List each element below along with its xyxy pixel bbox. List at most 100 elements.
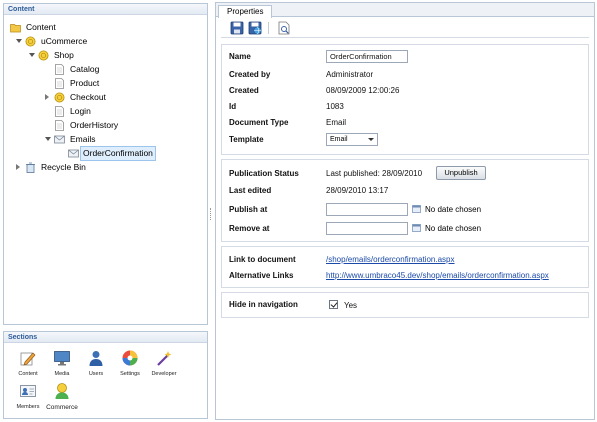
expand-arrow-icon[interactable]: [45, 137, 51, 141]
publication-status-row: Publication Status Last published: 28/09…: [222, 166, 588, 181]
section-label: Users: [88, 371, 104, 377]
general-properties-group: Name OrderConfirmation Created by Admini…: [221, 44, 589, 155]
section-label: Developer: [151, 371, 177, 377]
id-label: Id: [229, 102, 237, 111]
document-type-row: Document Type Email: [222, 116, 588, 130]
toolbar-separator: [268, 22, 269, 34]
monitor-icon: [54, 351, 70, 366]
last-edited-row: Last edited 28/09/2010 13:17: [222, 184, 588, 198]
link-to-document[interactable]: /shop/emails/orderconfirmation.aspx: [326, 253, 455, 267]
tab-properties[interactable]: Properties: [218, 5, 273, 18]
remove-at-input[interactable]: [326, 222, 408, 235]
coin-icon: [54, 92, 65, 103]
expand-arrow-icon[interactable]: [45, 94, 49, 100]
document-type-value: Email: [326, 118, 347, 127]
alternative-link[interactable]: http://www.umbraco45.dev/shop/emails/ord…: [326, 269, 549, 283]
section-developer[interactable]: Developer: [147, 349, 181, 377]
content-panel-title: Content: [4, 4, 207, 15]
created-label: Created: [229, 86, 259, 95]
tree-node-label: Login: [70, 106, 91, 116]
members-card-icon: [20, 385, 36, 397]
template-row: Template Email: [222, 133, 588, 147]
remove-at-hint: No date chosen: [425, 224, 482, 233]
created-by-row: Created by Administrator: [222, 68, 588, 82]
section-label: Content: [18, 371, 38, 377]
hide-in-navigation-value: Yes: [344, 301, 358, 310]
tree-node-label: Emails: [70, 134, 96, 144]
preview-icon[interactable]: [277, 21, 291, 35]
template-label: Template: [229, 135, 264, 144]
section-members[interactable]: Members: [11, 382, 45, 410]
section-users[interactable]: Users: [79, 349, 113, 377]
content-tree-panel: Content Content uCommerce Shop Catalog P…: [3, 3, 208, 325]
remove-at-row: Remove at No date chosen: [222, 222, 588, 236]
section-settings[interactable]: Settings: [113, 349, 147, 377]
alternative-links-label: Alternative Links: [229, 271, 294, 280]
publication-status-value: Last published: 28/09/2010: [326, 169, 423, 178]
section-media[interactable]: Media: [45, 349, 79, 377]
publish-at-input[interactable]: [326, 203, 408, 216]
commerce-icon: [55, 383, 69, 399]
sections-panel-title: Sections: [4, 332, 207, 343]
last-edited-label: Last edited: [229, 186, 272, 195]
calendar-icon[interactable]: [412, 205, 421, 213]
template-select-value: Email: [330, 136, 348, 143]
page-icon: [55, 120, 64, 131]
navigation-group: Hide in navigation Yes: [221, 292, 589, 318]
email-folder-icon: [54, 135, 65, 144]
publication-status-label: Publication Status: [229, 169, 299, 178]
created-by-label: Created by: [229, 70, 271, 79]
tree-node-label: Content: [26, 22, 56, 32]
splitter-grip[interactable]: [210, 208, 213, 220]
tab-bar: Properties: [216, 3, 594, 18]
unpublish-button[interactable]: Unpublish: [436, 166, 486, 180]
template-select[interactable]: Email: [326, 133, 378, 146]
calendar-icon[interactable]: [412, 224, 421, 232]
tree-node-label: OrderHistory: [70, 120, 119, 130]
link-to-document-label: Link to document: [229, 255, 296, 264]
email-icon: [68, 149, 79, 158]
magic-wand-icon: [157, 351, 172, 366]
tree-node-label: Checkout: [70, 92, 106, 102]
expand-arrow-icon[interactable]: [16, 39, 22, 43]
chevron-down-icon: [368, 138, 374, 141]
id-row: Id 1083: [222, 100, 588, 114]
save-publish-icon[interactable]: [248, 21, 262, 35]
tree-node-label: OrderConfirmation: [80, 146, 156, 161]
page-icon: [55, 64, 64, 75]
publish-at-hint: No date chosen: [425, 205, 482, 214]
hide-in-navigation-row: Hide in navigation Yes: [222, 298, 588, 312]
tree-node-label: uCommerce: [41, 36, 88, 46]
page-icon: [55, 78, 64, 89]
sections-panel: Sections Content Media Users Settings De…: [3, 331, 208, 419]
user-icon: [89, 351, 103, 366]
section-content[interactable]: Content: [11, 349, 45, 377]
id-value: 1083: [326, 102, 344, 111]
section-commerce[interactable]: Commerce: [45, 382, 79, 411]
publish-at-label: Publish at: [229, 205, 268, 214]
coin-icon: [25, 36, 36, 47]
section-label: Settings: [120, 371, 140, 377]
folder-icon: [10, 24, 21, 33]
last-edited-value: 28/09/2010 13:17: [326, 186, 389, 195]
page-icon: [55, 106, 64, 117]
hide-in-navigation-checkbox[interactable]: [329, 300, 338, 309]
expand-arrow-icon[interactable]: [16, 164, 20, 170]
tree-node-label: Catalog: [70, 64, 100, 74]
coin-icon: [38, 50, 49, 61]
panel-splitter[interactable]: [210, 3, 213, 419]
section-label: Commerce: [46, 404, 78, 411]
name-label: Name: [229, 52, 251, 61]
pencil-icon: [20, 352, 36, 366]
tree-node-label: Shop: [54, 50, 74, 60]
document-type-label: Document Type: [229, 118, 289, 127]
name-row: Name OrderConfirmation: [222, 50, 588, 64]
publication-group: Publication Status Last published: 28/09…: [221, 159, 589, 242]
remove-at-label: Remove at: [229, 224, 270, 233]
alternative-links-row: Alternative Links http://www.umbraco45.d…: [222, 269, 588, 283]
expand-arrow-icon[interactable]: [29, 53, 35, 57]
save-icon[interactable]: [230, 21, 244, 35]
properties-panel: Properties Name OrderConfirmation Create…: [215, 2, 595, 420]
name-input[interactable]: OrderConfirmation: [326, 50, 408, 63]
created-value: 08/09/2009 12:00:26: [326, 86, 400, 95]
